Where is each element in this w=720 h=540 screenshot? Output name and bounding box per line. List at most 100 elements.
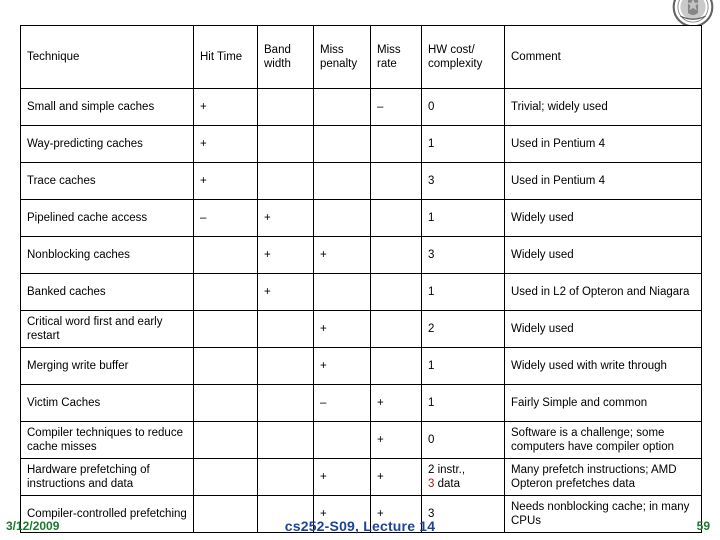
cell-comment: Widely used — [504, 310, 702, 348]
cell-bandwidth: + — [257, 236, 314, 274]
header-hit-time: Hit Time — [193, 25, 258, 89]
cell-miss-penalty: – — [313, 384, 371, 422]
cell-technique: Nonblocking caches — [20, 236, 194, 274]
cell-miss-rate — [370, 310, 422, 348]
cell-technique: Small and simple caches — [20, 88, 194, 126]
cell-miss-penalty: + — [313, 310, 371, 348]
cell-hw-cost: 3 — [421, 236, 505, 274]
cell-miss-rate — [370, 199, 422, 237]
table-header: Technique Hit Time Band width Miss penal… — [20, 25, 702, 89]
cell-miss-rate — [370, 347, 422, 385]
cell-bandwidth — [257, 88, 314, 126]
hw-cost-part: data — [434, 478, 460, 490]
cell-miss-penalty — [313, 88, 371, 126]
header-hw-cost: HW cost/ complexity — [421, 25, 505, 89]
table-row: Way-predicting caches +1 Used in Pentium 4 — [20, 125, 702, 163]
cell-comment: Trivial; widely used — [504, 88, 702, 126]
university-seal-icon — [672, 0, 714, 28]
table-row: Small and simple caches + –0 Trivial; widel… — [20, 88, 702, 126]
cell-hw-cost: 1 — [421, 384, 505, 422]
cache-optimization-table: Technique Hit Time Band width Miss penal… — [20, 25, 702, 533]
table-row: Nonblocking caches + +3 Widely used — [20, 236, 702, 274]
cell-miss-rate: + — [370, 421, 422, 459]
cell-hw-cost: 1 — [421, 347, 505, 385]
cell-hit-time — [193, 236, 258, 274]
cell-hw-cost: 2 instr., 3 data — [421, 458, 505, 496]
cell-comment: Widely used — [504, 199, 702, 237]
cell-hw-cost: 2 — [421, 310, 505, 348]
header-row: Technique Hit Time Band width Miss penal… — [20, 25, 702, 89]
cell-hw-cost: 0 — [421, 88, 505, 126]
cell-hw-cost: 3 — [421, 162, 505, 200]
cell-comment: Used in L2 of Opteron and Niagara — [504, 273, 702, 311]
footer-course-label: cs252-S09, Lecture 14 — [284, 518, 436, 534]
cell-miss-rate: + — [370, 458, 422, 496]
table-row: Trace caches +3 Used in Pentium 4 — [20, 162, 702, 200]
cell-bandwidth — [257, 310, 314, 348]
cell-hit-time — [193, 273, 258, 311]
table-row: Banked caches +1 Used in L2 of Opteron and… — [20, 273, 702, 311]
cell-comment: Used in Pentium 4 — [504, 125, 702, 163]
header-comment: Comment — [504, 25, 702, 89]
footer-page-number: 59 — [696, 519, 710, 533]
cell-bandwidth — [257, 421, 314, 459]
cell-hw-cost: 1 — [421, 199, 505, 237]
cell-miss-rate — [370, 236, 422, 274]
header-technique: Technique — [20, 25, 194, 89]
cell-bandwidth — [257, 162, 314, 200]
cell-hw-cost: 1 — [421, 273, 505, 311]
cell-hit-time: + — [193, 125, 258, 163]
cell-miss-penalty — [313, 125, 371, 163]
cell-hit-time: + — [193, 88, 258, 126]
cell-hit-time — [193, 421, 258, 459]
cell-bandwidth — [257, 384, 314, 422]
cell-miss-rate: – — [370, 88, 422, 126]
cell-hit-time — [193, 384, 258, 422]
table-row: Victim Caches – +1 Fairly Simple and common — [20, 384, 702, 422]
cell-technique: Merging write buffer — [20, 347, 194, 385]
cell-miss-rate — [370, 162, 422, 200]
cell-miss-penalty: + — [313, 458, 371, 496]
table-row: Critical word first and early restart +2 W… — [20, 310, 702, 348]
table-row: Hardware prefetching of instructions and… — [20, 458, 702, 496]
table-row: Merging write buffer +1 Widely used with w… — [20, 347, 702, 385]
cell-bandwidth: + — [257, 273, 314, 311]
cell-hit-time — [193, 458, 258, 496]
cell-hw-cost: 0 — [421, 421, 505, 459]
cell-miss-penalty: + — [313, 236, 371, 274]
cell-comment: Many prefetch instructions; AMD Opteron … — [504, 458, 702, 496]
cell-hw-cost: 1 — [421, 125, 505, 163]
cell-bandwidth — [257, 458, 314, 496]
cell-bandwidth — [257, 125, 314, 163]
cell-technique: Way-predicting caches — [20, 125, 194, 163]
header-miss-rate: Miss rate — [370, 25, 422, 89]
cell-miss-penalty — [313, 162, 371, 200]
cell-technique: Victim Caches — [20, 384, 194, 422]
hw-cost-part: 2 instr., — [428, 463, 466, 476]
cell-hit-time — [193, 310, 258, 348]
table-row: Compiler techniques to reduce cache miss… — [20, 421, 702, 459]
cell-technique: Compiler techniques to reduce cache miss… — [20, 421, 194, 459]
cell-comment: Software is a challenge; some computers … — [504, 421, 702, 459]
cell-technique: Pipelined cache access — [20, 199, 194, 237]
header-miss-penalty: Miss penalty — [313, 25, 371, 89]
cell-comment: Widely used with write through — [504, 347, 702, 385]
cell-miss-penalty — [313, 421, 371, 459]
header-bandwidth: Band width — [257, 25, 314, 89]
cell-miss-rate — [370, 273, 422, 311]
table-body: Small and simple caches + –0 Trivial; widel… — [20, 88, 702, 533]
cell-hit-time: – — [193, 199, 258, 237]
cell-comment: Widely used — [504, 236, 702, 274]
cell-comment: Fairly Simple and common — [504, 384, 702, 422]
cell-technique: Banked caches — [20, 273, 194, 311]
cell-hit-time — [193, 347, 258, 385]
cell-miss-penalty — [313, 199, 371, 237]
cell-hit-time: + — [193, 162, 258, 200]
cell-miss-penalty — [313, 273, 371, 311]
cell-miss-rate — [370, 125, 422, 163]
cell-comment: Used in Pentium 4 — [504, 162, 702, 200]
cell-technique: Trace caches — [20, 162, 194, 200]
table-row: Pipelined cache access – +1 Widely used — [20, 199, 702, 237]
cell-technique: Hardware prefetching of instructions and… — [20, 458, 194, 496]
cell-miss-rate: + — [370, 384, 422, 422]
